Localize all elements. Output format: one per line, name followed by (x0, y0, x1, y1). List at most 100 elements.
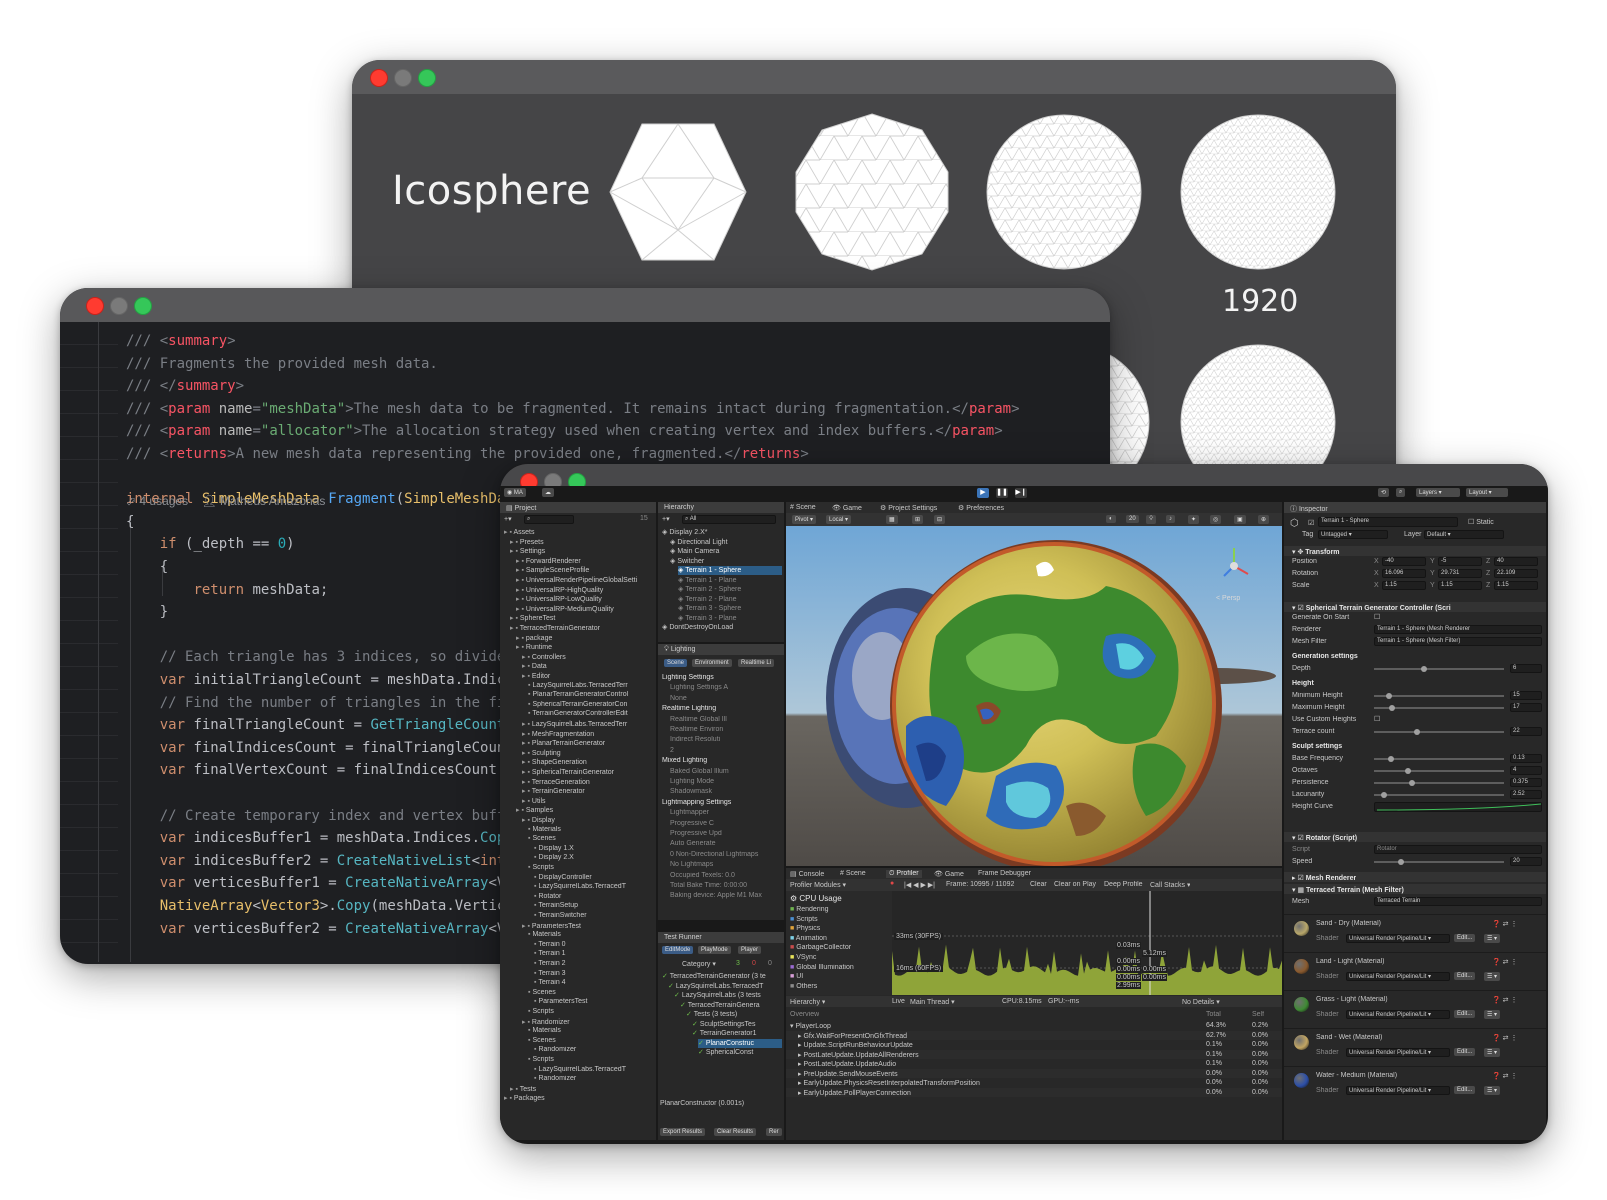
project-item[interactable]: ▪ ParametersTest (534, 998, 654, 1007)
project-search-input[interactable]: ⌕ (524, 515, 574, 524)
code-line[interactable]: var verticesBuffer2 = CreateNativeArray<… (126, 918, 514, 941)
visibility-icon[interactable]: ◎ (1210, 515, 1222, 524)
lighting-tab-environment[interactable]: Environment (692, 659, 732, 667)
setting-slider[interactable] (1374, 693, 1504, 699)
speed-field[interactable]: 20 (1510, 857, 1542, 866)
project-tab[interactable]: ▤ Project (500, 502, 656, 513)
shader-dropdown[interactable]: Universal Render Pipeline/Lit ▾ (1346, 1086, 1450, 1095)
setting-value-field[interactable]: 6 (1510, 664, 1542, 673)
cpu-legend-item[interactable]: ■ Rendering (790, 906, 888, 915)
shader-dropdown[interactable]: Universal Render Pipeline/Lit ▾ (1346, 1048, 1450, 1057)
code-line[interactable]: /// <param name="allocator">The allocati… (126, 420, 1003, 443)
editmode-tab[interactable]: EditMode (662, 946, 694, 954)
code-line[interactable]: // Each triangle has 3 indices, so divid… (126, 646, 506, 669)
code-line[interactable]: /// <param name="meshData">The mesh data… (126, 398, 1020, 421)
slider-knob[interactable] (1414, 729, 1420, 735)
project-item[interactable]: ▸ ▪ SphericalTerrainGenerator (522, 768, 654, 777)
deep-profile-button[interactable]: Deep Profile (1104, 881, 1143, 888)
lighting-row[interactable]: Shadowmask (670, 788, 780, 797)
transform-scale-x[interactable]: 1.15 (1382, 581, 1426, 590)
tab-preferences[interactable]: ⚙ Preferences (958, 504, 1004, 512)
lighting-row[interactable]: Lighting Mode (670, 778, 780, 787)
persp-label[interactable]: < Persp (1216, 595, 1240, 602)
grid-icon[interactable]: ▦ (886, 515, 898, 524)
slider-knob[interactable] (1409, 780, 1415, 786)
material-options-icon[interactable]: ❓ ⇄ ⋮ (1492, 920, 1517, 928)
cpu-module[interactable]: ⚙ CPU Usage ■ Rendering ■ Scripts ■ Physic… (786, 891, 892, 995)
lighting-row[interactable]: Realtime Global Ill (670, 716, 780, 725)
project-item[interactable]: ▸ ▪ Samples (516, 806, 654, 815)
mesh-filter-header[interactable]: ▾ ▦ Terraced Terrain (Mesh Filter) (1284, 884, 1546, 894)
layout-dropdown[interactable]: Layout ▾ (1466, 488, 1508, 497)
project-item[interactable]: ▸ ▪ SphereTest (510, 614, 654, 623)
lighting-row[interactable]: 0 Non-Directional Lightmaps (670, 851, 780, 860)
object-name-field[interactable]: Terrain 1 - Sphere (1318, 517, 1458, 527)
project-item[interactable]: ▸ ▪ LazySquirrelLabs.TerracedTerr (522, 720, 654, 729)
transform-scale-y[interactable]: 1.15 (1438, 581, 1482, 590)
lighting-section-header[interactable]: Lightmapping Settings (662, 799, 772, 808)
transform-header[interactable]: ▾ ✥ Transform (1284, 546, 1546, 556)
lighting-row[interactable]: Baking device: Apple M1 Max (670, 892, 780, 901)
maximize-button[interactable] (418, 69, 436, 87)
clear-on-play-button[interactable]: Clear on Play (1054, 881, 1096, 888)
hierarchy-item[interactable]: ◈ Terrain 2 - Sphere (678, 585, 782, 594)
slider-knob[interactable] (1405, 768, 1411, 774)
gizmos-icon[interactable]: ⊕ (1258, 515, 1270, 524)
project-item[interactable]: ▸ ▪ ShapeGeneration (522, 758, 654, 767)
hierarchy-item[interactable]: ◈ Terrain 2 - Plane (678, 595, 782, 604)
rerun-button[interactable]: Rer (766, 1128, 782, 1136)
hierarchy-item[interactable]: ◈ Directional Light (670, 538, 782, 547)
project-item[interactable]: ▸ ▪ Randomizer (522, 1018, 654, 1027)
project-item[interactable]: ▪ Scripts (528, 1056, 654, 1065)
lighting-row[interactable]: Realtime Environ (670, 726, 780, 735)
material-block[interactable]: Grass - Light (Material) ❓ ⇄ ⋮ Shader Unive… (1284, 990, 1546, 1026)
scene-viewport[interactable]: < Persp (786, 526, 1282, 866)
material-list-icon[interactable]: ☰ ▾ (1484, 972, 1501, 981)
active-checkbox[interactable]: ☑ (1308, 519, 1314, 527)
material-block[interactable]: Sand - Wet (Material) ❓ ⇄ ⋮ Shader Universa… (1284, 1028, 1546, 1064)
project-item[interactable]: ▪ Materials (528, 1027, 654, 1036)
test-item[interactable]: ✓ Tests (3 tests) (686, 1010, 782, 1019)
test-item[interactable]: ✓ LazySquirrelLabs (3 tests (674, 991, 782, 1000)
project-item[interactable]: ▪ Scripts (528, 1008, 654, 1017)
code-line[interactable]: var verticesBuffer1 = CreateNativeArray<… (126, 872, 514, 895)
profiler-row[interactable]: ▸ PreUpdate.SendMouseEvents 0.0% 0.0% (786, 1068, 1282, 1078)
project-item[interactable]: ▪ TerrainSwitcher (534, 912, 654, 921)
project-item[interactable]: ▪ Randomizer (534, 1075, 654, 1084)
cpu-legend-item[interactable]: ■ VSync (790, 954, 888, 963)
material-list-icon[interactable]: ☰ ▾ (1484, 1048, 1501, 1057)
cpu-legend-item[interactable]: ■ Scripts (790, 916, 888, 925)
code-line[interactable]: var indicesBuffer1 = meshData.Indices.Co… (126, 827, 514, 850)
hierarchy-item[interactable]: ◈ DontDestroyOnLoad (662, 623, 782, 632)
audio-icon[interactable]: ♪ (1166, 515, 1175, 523)
code-line[interactable]: var finalVertexCount = finalIndicesCount… (126, 759, 514, 782)
code-line[interactable]: if (_depth == 0) (126, 533, 295, 556)
project-item[interactable]: ▸ ▪ UniversalRP-LowQuality (516, 595, 654, 604)
project-item[interactable]: ▸ ▪ TerrainGenerator (522, 787, 654, 796)
transform-rotation-x[interactable]: 16.096 (1382, 569, 1426, 578)
profiler-row[interactable]: ▸ Update.ScriptRunBehaviourUpdate 0.1% 0.0… (786, 1040, 1282, 1049)
project-item[interactable]: ▸ ▪ Controllers (522, 653, 654, 662)
lighting-tab-scene[interactable]: Scene (664, 659, 688, 667)
material-list-icon[interactable]: ☰ ▾ (1484, 1010, 1501, 1019)
project-item[interactable]: ▪ Terrain 2 (534, 960, 654, 969)
hierarchy-item[interactable]: ◈ Display 2.X* (662, 528, 782, 537)
setting-value-field[interactable]: 2.52 (1510, 790, 1542, 799)
profiler-row[interactable]: ▸ PostLateUpdate.UpdateAllRenderers 0.1% 0… (786, 1049, 1282, 1059)
lighting-row[interactable]: Lighting Settings A (670, 684, 780, 693)
lighting-toggle-icon[interactable]: 💡︎ (1146, 515, 1157, 524)
project-item[interactable]: ▪ SphericalTerrainGeneratorCon (528, 701, 654, 710)
project-item[interactable]: ▪ TerrainSetup (534, 902, 654, 911)
setting-slider[interactable] (1374, 792, 1504, 798)
prev-frame-icon[interactable]: |◀ ◀ ▶ ▶| (904, 881, 935, 889)
maximize-button[interactable] (134, 297, 152, 315)
profiler-modules-dropdown[interactable]: Profiler Modules ▾ (790, 881, 846, 889)
project-item[interactable]: ▪ Materials (528, 826, 654, 835)
tag-dropdown[interactable]: Untagged ▾ (1318, 530, 1388, 539)
project-item[interactable]: ▪ DisplayController (534, 874, 654, 883)
setting-slider[interactable] (1374, 729, 1504, 735)
edit-shader-button[interactable]: Edit... (1454, 934, 1476, 942)
project-item[interactable]: ▸ ▪ PlanarTerrainGenerator (522, 739, 654, 748)
project-item[interactable]: ▪ Terrain 0 (534, 941, 654, 950)
hierarchy-tab[interactable]: Hierarchy (658, 502, 784, 513)
